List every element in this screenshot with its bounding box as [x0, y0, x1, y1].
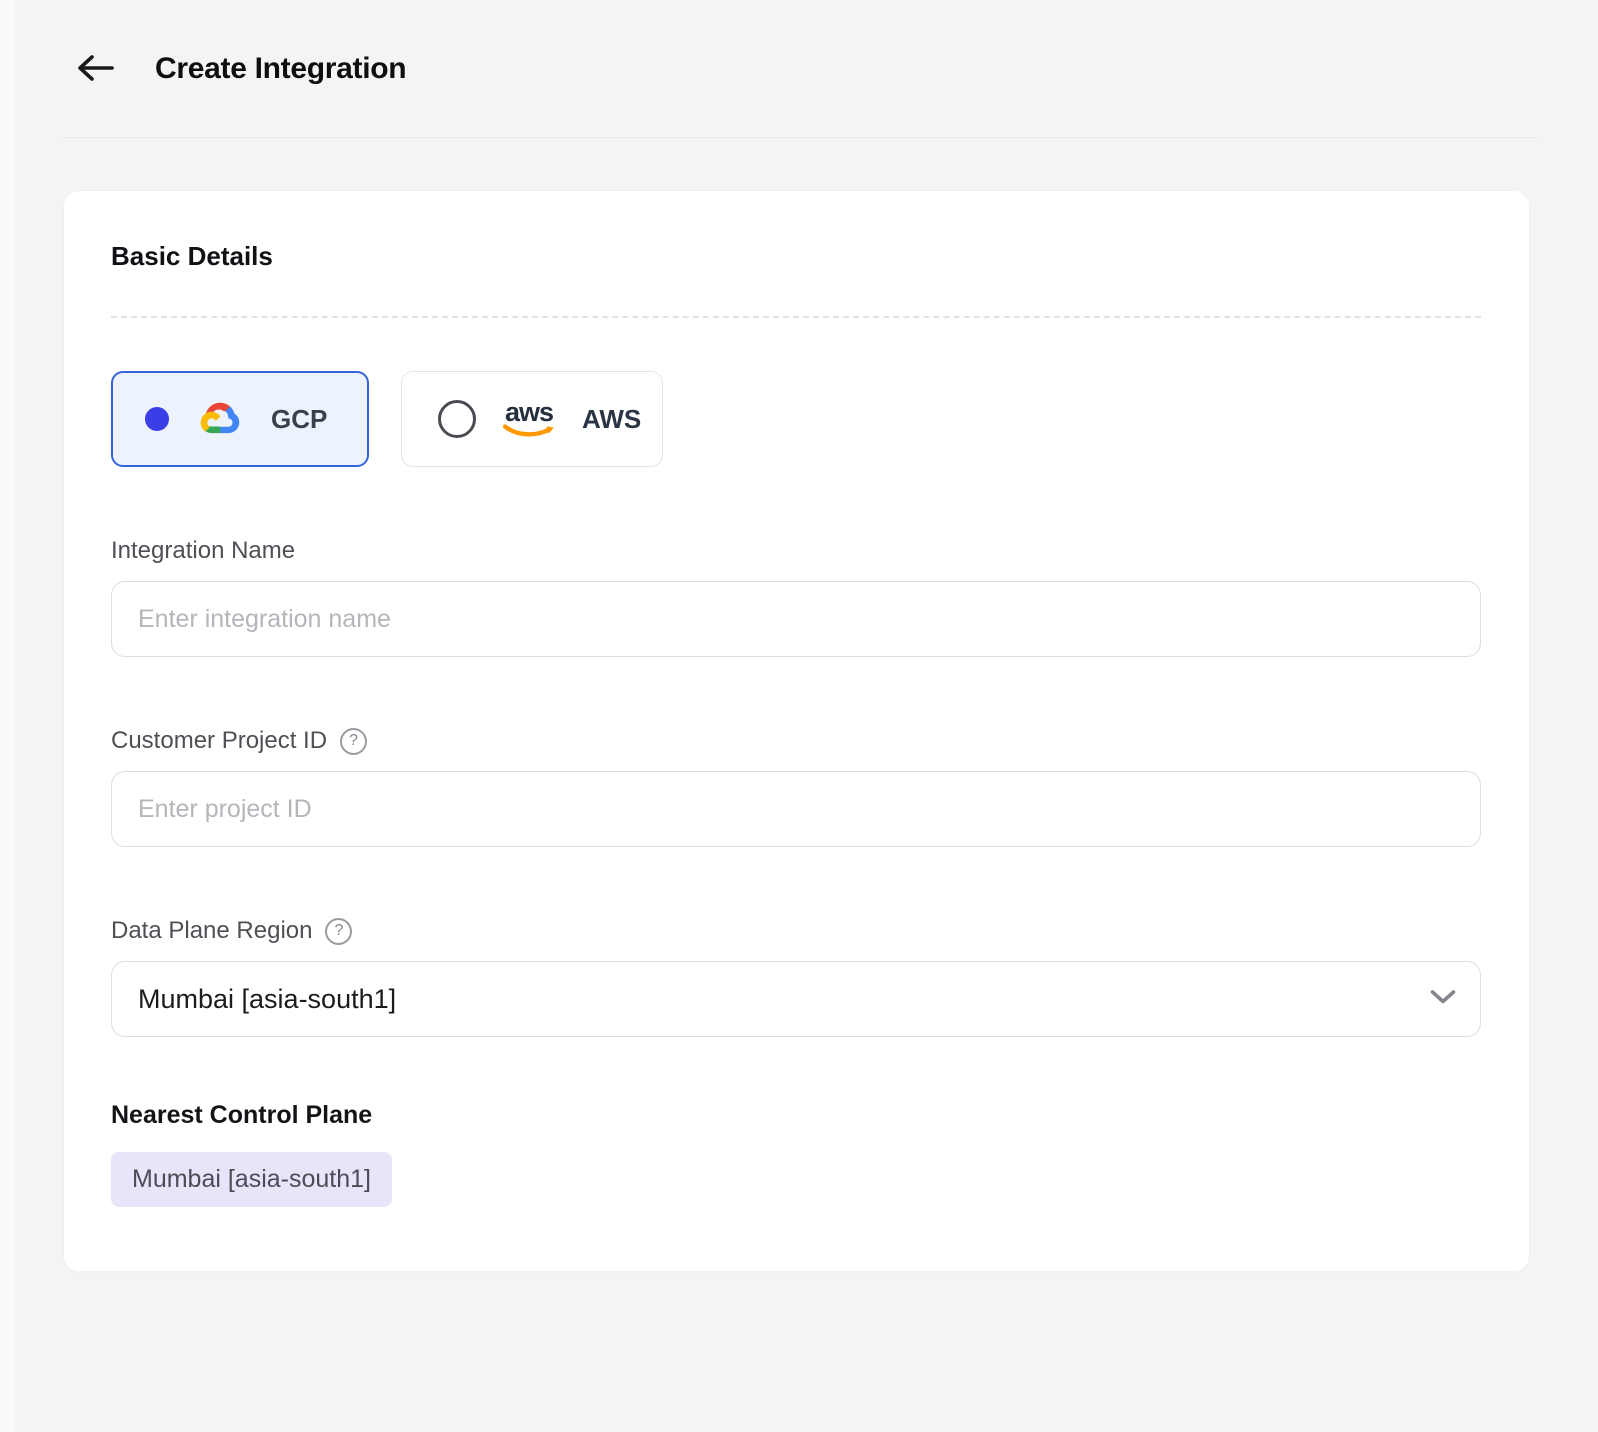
data-plane-region-select[interactable]: Mumbai [asia-south1]	[111, 961, 1481, 1037]
aws-smile-icon	[503, 423, 554, 437]
dashed-divider	[111, 316, 1481, 318]
aws-logo-text: aws	[504, 396, 554, 427]
provider-option-gcp[interactable]: GCP	[111, 371, 369, 467]
radio-selected-icon[interactable]	[145, 407, 169, 431]
integration-name-input[interactable]	[111, 581, 1481, 657]
basic-details-card: Basic Details GCP aws AWS Integration Na…	[63, 190, 1530, 1272]
page-title: Create Integration	[155, 52, 407, 85]
customer-project-id-field: Customer Project ID ?	[111, 727, 1481, 847]
customer-project-id-input[interactable]	[111, 771, 1481, 847]
data-plane-region-field: Data Plane Region ? Mumbai [asia-south1]	[111, 917, 1481, 1037]
provider-label-gcp: GCP	[271, 403, 328, 434]
create-integration-page: Create Integration Basic Details GCP aws…	[0, 0, 1598, 1272]
section-title: Basic Details	[111, 241, 273, 271]
integration-name-field: Integration Name	[111, 537, 1481, 657]
radio-unselected-icon[interactable]	[438, 400, 476, 438]
google-cloud-logo-icon	[194, 398, 246, 440]
provider-option-aws[interactable]: aws AWS	[401, 371, 663, 467]
help-icon[interactable]: ?	[325, 917, 353, 945]
nearest-control-plane-section: Nearest Control Plane Mumbai [asia-south…	[111, 1101, 1481, 1207]
header-divider	[60, 137, 1540, 138]
integration-name-label: Integration Name	[111, 537, 296, 564]
aws-logo-icon: aws	[502, 396, 556, 438]
customer-project-id-label: Customer Project ID	[111, 727, 328, 754]
back-button[interactable]	[73, 51, 117, 87]
page-header: Create Integration	[0, 46, 1598, 92]
provider-label-aws: AWS	[582, 403, 642, 434]
cloud-provider-options: GCP aws AWS	[111, 371, 1481, 467]
data-plane-region-label: Data Plane Region	[111, 917, 313, 944]
nearest-control-plane-label: Nearest Control Plane	[111, 1101, 373, 1129]
nearest-control-plane-badge: Mumbai [asia-south1]	[111, 1152, 393, 1207]
data-plane-region-value: Mumbai [asia-south1]	[138, 983, 397, 1014]
help-icon[interactable]: ?	[340, 727, 368, 755]
arrow-left-icon	[75, 53, 115, 86]
chevron-down-icon	[1430, 989, 1456, 1010]
